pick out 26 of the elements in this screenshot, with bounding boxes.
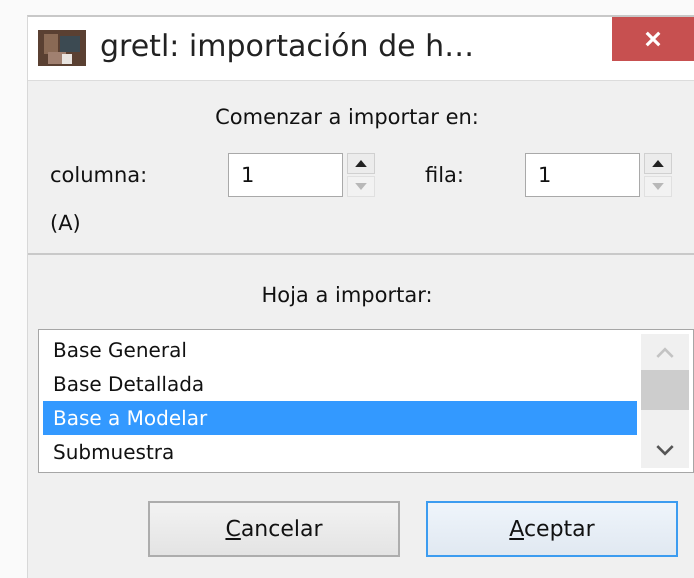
dialog-button[interactable]: Cancelar [148,501,400,557]
close-button[interactable] [612,17,694,61]
scroll-down-icon [656,444,674,456]
sheet-item[interactable]: Base General [43,333,637,367]
spinner-label: fila: [425,163,466,187]
increment-button[interactable] [644,153,672,174]
number-field[interactable]: 1 [228,153,343,197]
app-icon [38,30,86,66]
scroll-thumb[interactable] [641,370,689,410]
increment-button[interactable] [347,153,375,174]
window-title: gretl: importación de h… [100,29,474,64]
up-arrow-icon [355,160,367,167]
spinner-label: columna: [50,163,148,187]
close-icon [644,30,662,48]
section-heading: Comenzar a importar en: [215,105,480,129]
dialog-button[interactable]: Aceptar [426,501,678,557]
down-arrow-icon [652,183,664,190]
up-arrow-icon [652,160,664,167]
down-arrow-icon [355,183,367,190]
number-field[interactable]: 1 [525,153,640,197]
sheet-item[interactable]: Submuestra [43,435,637,469]
column-letter: (A) [50,211,81,235]
sheet-item[interactable]: Base Detallada [43,367,637,401]
scroll-up-icon [656,346,674,358]
scrollbar[interactable] [641,334,689,468]
section-heading: Hoja a importar: [261,283,434,307]
